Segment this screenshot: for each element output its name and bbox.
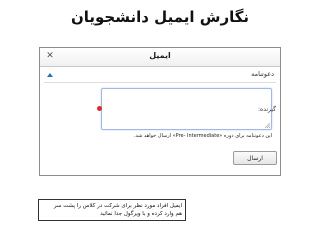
slide-title: نگارش ایمیل دانشجویان bbox=[70, 8, 250, 26]
resize-grip-icon[interactable] bbox=[264, 122, 270, 128]
chevron-up-icon[interactable] bbox=[46, 71, 54, 79]
hint-text: این دعوتنامه برای دوره «Pre- Intermediat… bbox=[133, 133, 272, 139]
required-indicator bbox=[97, 106, 102, 111]
recipient-label: گیرنده: bbox=[258, 106, 276, 113]
instruction-caption: ایمیل افراد مورد نظر برای شرکت در کلاس ر… bbox=[38, 199, 186, 221]
panel-label: دعوتنامه bbox=[251, 70, 274, 78]
window-titlebar: ✕ ایمیل bbox=[40, 48, 280, 67]
invitation-panel-header[interactable]: دعوتنامه bbox=[44, 70, 276, 83]
email-window: ✕ ایمیل دعوتنامه گیرنده: این دعوتنامه بر… bbox=[39, 47, 281, 176]
window-title: ایمیل bbox=[149, 51, 171, 60]
recipients-textarea[interactable] bbox=[101, 88, 272, 130]
send-button[interactable]: ارسال bbox=[233, 151, 277, 165]
caption-line-1: ایمیل افراد مورد نظر برای شرکت در کلاس ر… bbox=[53, 203, 182, 209]
caption-line-2: هم وارد کرده و با ویرگول جدا نمائید bbox=[100, 211, 182, 217]
